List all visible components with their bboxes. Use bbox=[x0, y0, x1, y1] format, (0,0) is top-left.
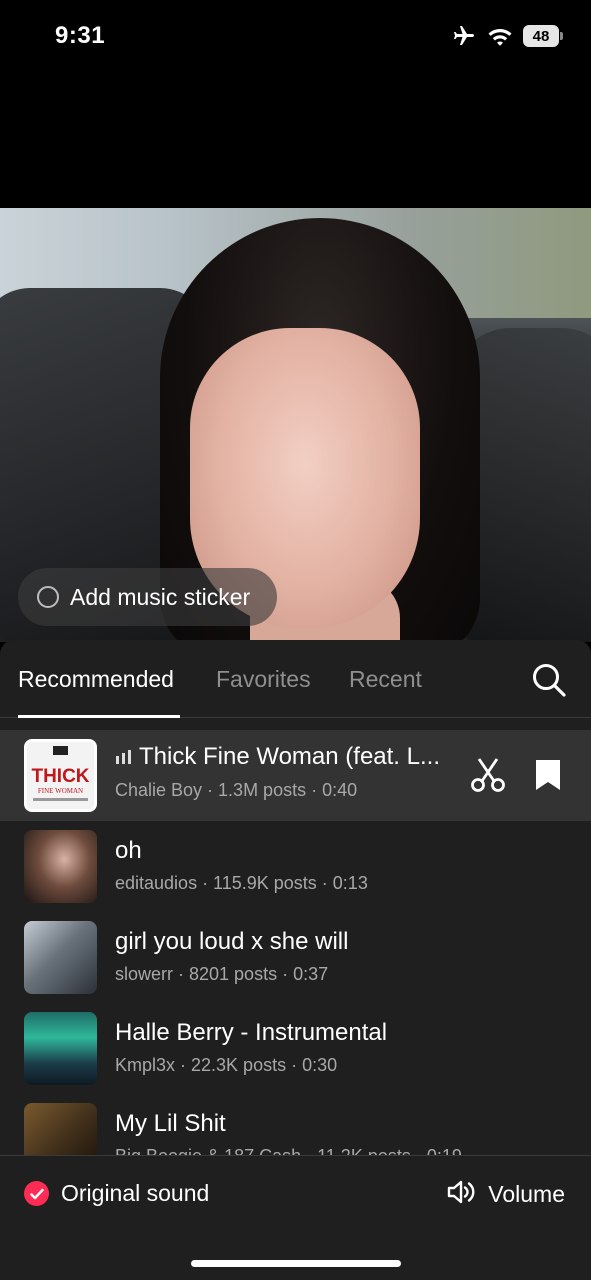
cover-title-text: THICK bbox=[31, 766, 89, 787]
original-sound-label: Original sound bbox=[61, 1180, 210, 1206]
original-sound-toggle[interactable]: Original sound bbox=[24, 1180, 209, 1207]
home-indicator[interactable] bbox=[191, 1260, 401, 1267]
volume-button[interactable]: Volume bbox=[446, 1178, 565, 1211]
track-cover bbox=[24, 921, 97, 994]
status-icons: 48 bbox=[451, 24, 563, 48]
scissors-icon[interactable] bbox=[470, 757, 506, 793]
track-meta: Kmpl3x · 22.3K posts · 0:30 bbox=[115, 1055, 338, 1075]
speaker-icon bbox=[446, 1178, 476, 1211]
tab-recommended[interactable]: Recommended bbox=[18, 666, 174, 693]
add-music-sticker-button[interactable]: Add music sticker bbox=[18, 568, 277, 626]
add-music-sticker-label: Add music sticker bbox=[70, 583, 251, 610]
status-bar: 9:31 48 bbox=[0, 0, 591, 80]
now-playing-icon bbox=[115, 744, 133, 772]
track-meta: Chalie Boy · 1.3M posts · 0:40 bbox=[115, 780, 358, 800]
track-meta: editaudios · 115.9K posts · 0:13 bbox=[115, 873, 368, 893]
track-title: My Lil Shit bbox=[115, 1110, 226, 1137]
track-row[interactable]: oh editaudios · 115.9K posts · 0:13 bbox=[0, 821, 591, 912]
battery-indicator: 48 bbox=[523, 25, 563, 47]
search-icon[interactable] bbox=[531, 662, 567, 698]
track-title: Halle Berry - Instrumental bbox=[115, 1019, 388, 1046]
track-title: girl you loud x she will bbox=[115, 928, 349, 955]
track-cover bbox=[24, 830, 97, 903]
track-cover: THICK FINE WOMAN bbox=[24, 739, 97, 812]
tab-recent[interactable]: Recent bbox=[349, 666, 422, 693]
track-title: oh bbox=[115, 837, 142, 864]
music-tabs: Recommended Favorites Recent bbox=[0, 640, 591, 718]
track-meta: Big Boogie & 187 Cash · 11.2K posts · 0:… bbox=[115, 1146, 462, 1155]
track-title: Thick Fine Woman (feat. L... bbox=[139, 743, 440, 770]
active-tab-indicator bbox=[18, 715, 180, 718]
battery-level: 48 bbox=[523, 25, 559, 47]
track-row[interactable]: Halle Berry - Instrumental Kmpl3x · 22.3… bbox=[0, 1003, 591, 1094]
track-row[interactable]: THICK FINE WOMAN Thick Fine Woman (feat.… bbox=[0, 730, 591, 821]
cover-subtitle-text: FINE WOMAN bbox=[38, 787, 83, 795]
track-meta: slowerr · 8201 posts · 0:37 bbox=[115, 964, 329, 984]
track-cover bbox=[24, 1103, 97, 1155]
track-cover bbox=[24, 1012, 97, 1085]
track-row[interactable]: girl you loud x she will slowerr · 8201 … bbox=[0, 912, 591, 1003]
wifi-icon bbox=[487, 26, 513, 46]
volume-label: Volume bbox=[488, 1181, 565, 1207]
radio-icon bbox=[37, 586, 59, 608]
airplane-mode-icon bbox=[451, 24, 477, 48]
checkmark-icon bbox=[24, 1181, 49, 1206]
status-time: 9:31 bbox=[55, 22, 106, 49]
bookmark-icon[interactable] bbox=[534, 758, 562, 792]
track-row[interactable]: My Lil Shit Big Boogie & 187 Cash · 11.2… bbox=[0, 1094, 591, 1155]
tab-favorites[interactable]: Favorites bbox=[216, 666, 311, 693]
bottom-bar: Original sound Volume bbox=[0, 1155, 591, 1280]
